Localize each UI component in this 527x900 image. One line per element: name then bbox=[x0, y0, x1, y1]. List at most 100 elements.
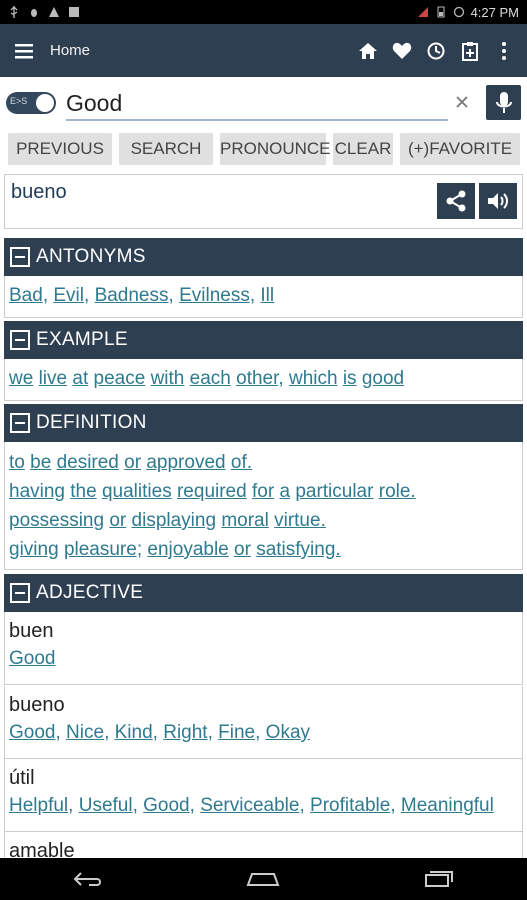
example-word-link[interactable]: each bbox=[190, 368, 231, 389]
definition-word-link[interactable]: or bbox=[234, 539, 251, 560]
translation-link[interactable]: Useful bbox=[79, 795, 133, 816]
definition-word-link[interactable]: or bbox=[124, 452, 141, 473]
translation-link[interactable]: Meaningful bbox=[401, 795, 494, 816]
page-title: Home bbox=[50, 42, 91, 59]
spanish-word[interactable]: bueno bbox=[9, 692, 518, 718]
definition-word-link[interactable]: approved bbox=[146, 452, 225, 473]
definition-word-link[interactable]: of. bbox=[231, 452, 252, 473]
home-button[interactable] bbox=[355, 38, 381, 64]
example-word-link[interactable]: other, bbox=[236, 368, 284, 389]
previous-button[interactable]: PREVIOUS bbox=[8, 133, 112, 165]
definition-word-link[interactable]: be bbox=[30, 452, 51, 473]
example-header[interactable]: EXAMPLE bbox=[4, 321, 523, 359]
speak-button[interactable] bbox=[479, 183, 517, 219]
translation-link[interactable]: Good bbox=[9, 648, 55, 669]
collapse-icon bbox=[10, 583, 30, 603]
translation-link[interactable]: Good bbox=[9, 722, 55, 743]
status-bar: 4:27 PM bbox=[0, 0, 527, 24]
translation-link[interactable]: Good bbox=[143, 795, 189, 816]
definition-body: to be desired or approved of. having the … bbox=[4, 442, 523, 570]
home-nav-button[interactable] bbox=[243, 865, 283, 893]
language-direction-toggle[interactable]: E>S bbox=[6, 92, 56, 114]
back-button[interactable] bbox=[68, 865, 108, 893]
separator: , bbox=[42, 285, 54, 306]
definition-word-link[interactable]: displaying bbox=[132, 510, 217, 531]
antonym-link[interactable]: Evil bbox=[53, 285, 84, 306]
definition-word-link[interactable]: pleasure; bbox=[64, 539, 142, 560]
definition-word-link[interactable]: for bbox=[252, 481, 274, 502]
translated-word: bueno bbox=[11, 181, 67, 203]
definition-word-link[interactable]: to bbox=[9, 452, 25, 473]
favorites-button[interactable] bbox=[389, 38, 415, 64]
more-options-button[interactable] bbox=[491, 38, 517, 64]
definition-word-link[interactable]: or bbox=[109, 510, 126, 531]
example-word-link[interactable]: we bbox=[9, 368, 33, 389]
antonym-link[interactable]: Bad bbox=[9, 285, 43, 306]
translation-link[interactable]: Okay bbox=[266, 722, 310, 743]
history-button[interactable] bbox=[423, 38, 449, 64]
definition-word-link[interactable]: satisfying. bbox=[256, 539, 340, 560]
status-time: 4:27 PM bbox=[470, 4, 519, 20]
definition-header[interactable]: DEFINITION bbox=[4, 404, 523, 442]
antonym-link[interactable]: Evilness bbox=[179, 285, 250, 306]
example-word-link[interactable]: is bbox=[343, 368, 357, 389]
antonyms-header[interactable]: ANTONYMS bbox=[4, 238, 523, 276]
app-bar-actions bbox=[355, 38, 527, 64]
definition-word-link[interactable]: the bbox=[70, 481, 96, 502]
translation-link[interactable]: Profitable bbox=[310, 795, 390, 816]
search-input[interactable] bbox=[66, 87, 448, 121]
menu-button[interactable] bbox=[0, 24, 50, 77]
spanish-word[interactable]: útil bbox=[9, 765, 518, 791]
recents-button[interactable] bbox=[419, 865, 459, 893]
pronounce-button[interactable]: PRONOUNCE bbox=[220, 133, 331, 165]
definition-line: possessing or displaying moral virtue. bbox=[9, 506, 518, 535]
example-word-link[interactable]: with bbox=[151, 368, 185, 389]
example-word-link[interactable]: which bbox=[289, 368, 338, 389]
antonym-link[interactable]: Ill bbox=[260, 285, 274, 306]
collapse-icon bbox=[10, 413, 30, 433]
add-favorite-button[interactable]: (+)FAVORITE bbox=[400, 133, 520, 165]
definition-word-link[interactable]: moral bbox=[221, 510, 269, 531]
definition-word-link[interactable]: a bbox=[279, 481, 290, 502]
translation-link[interactable]: Serviceable bbox=[200, 795, 299, 816]
definition-word-link[interactable]: role. bbox=[379, 481, 416, 502]
spanish-word[interactable]: buen bbox=[9, 618, 518, 644]
definition-word-link[interactable]: particular bbox=[295, 481, 373, 502]
translation-link[interactable]: Helpful bbox=[9, 795, 68, 816]
separator: , bbox=[299, 795, 311, 816]
definition-word-link[interactable]: required bbox=[177, 481, 247, 502]
definition-word-link[interactable]: qualities bbox=[102, 481, 172, 502]
voice-input-button[interactable] bbox=[486, 85, 521, 120]
example-word-link[interactable]: at bbox=[72, 368, 88, 389]
app-root: 4:27 PM Home E>S Good PREVIOUS SEARCH PR… bbox=[0, 0, 527, 900]
more-vert-icon bbox=[502, 41, 506, 60]
definition-word-link[interactable]: having bbox=[9, 481, 65, 502]
translation-link[interactable]: Right bbox=[163, 722, 207, 743]
separator: , bbox=[68, 795, 79, 816]
share-button[interactable] bbox=[437, 183, 475, 219]
speaker-icon bbox=[488, 193, 508, 209]
translation-link[interactable]: Kind bbox=[115, 722, 153, 743]
clear-input-button[interactable] bbox=[452, 89, 472, 115]
definition-word-link[interactable]: virtue. bbox=[274, 510, 326, 531]
clipboard-button[interactable] bbox=[457, 38, 483, 64]
definition-word-link[interactable]: giving bbox=[9, 539, 59, 560]
definition-word-link[interactable]: enjoyable bbox=[147, 539, 228, 560]
example-word-link[interactable]: peace bbox=[94, 368, 146, 389]
definition-word-link[interactable]: possessing bbox=[9, 510, 104, 531]
toggle-label: E>S bbox=[10, 96, 28, 106]
definition-word-link[interactable]: desired bbox=[57, 452, 119, 473]
bug-icon bbox=[31, 9, 37, 17]
adjective-header[interactable]: ADJECTIVE bbox=[4, 574, 523, 612]
translation-link[interactable]: Fine bbox=[218, 722, 255, 743]
separator: , bbox=[132, 795, 144, 816]
adjective-item: bueno Good, Nice, Kind, Right, Fine, Okay bbox=[4, 686, 523, 759]
search-button[interactable]: SEARCH bbox=[119, 133, 213, 165]
clear-button[interactable]: CLEAR bbox=[333, 133, 393, 165]
toggle-knob bbox=[36, 94, 54, 112]
example-word-link[interactable]: good bbox=[362, 368, 404, 389]
translation-link[interactable]: Nice bbox=[66, 722, 104, 743]
antonym-link[interactable]: Badness bbox=[95, 285, 169, 306]
example-sentence: we live at peace with each other, which … bbox=[9, 364, 518, 393]
example-word-link[interactable]: live bbox=[39, 368, 68, 389]
